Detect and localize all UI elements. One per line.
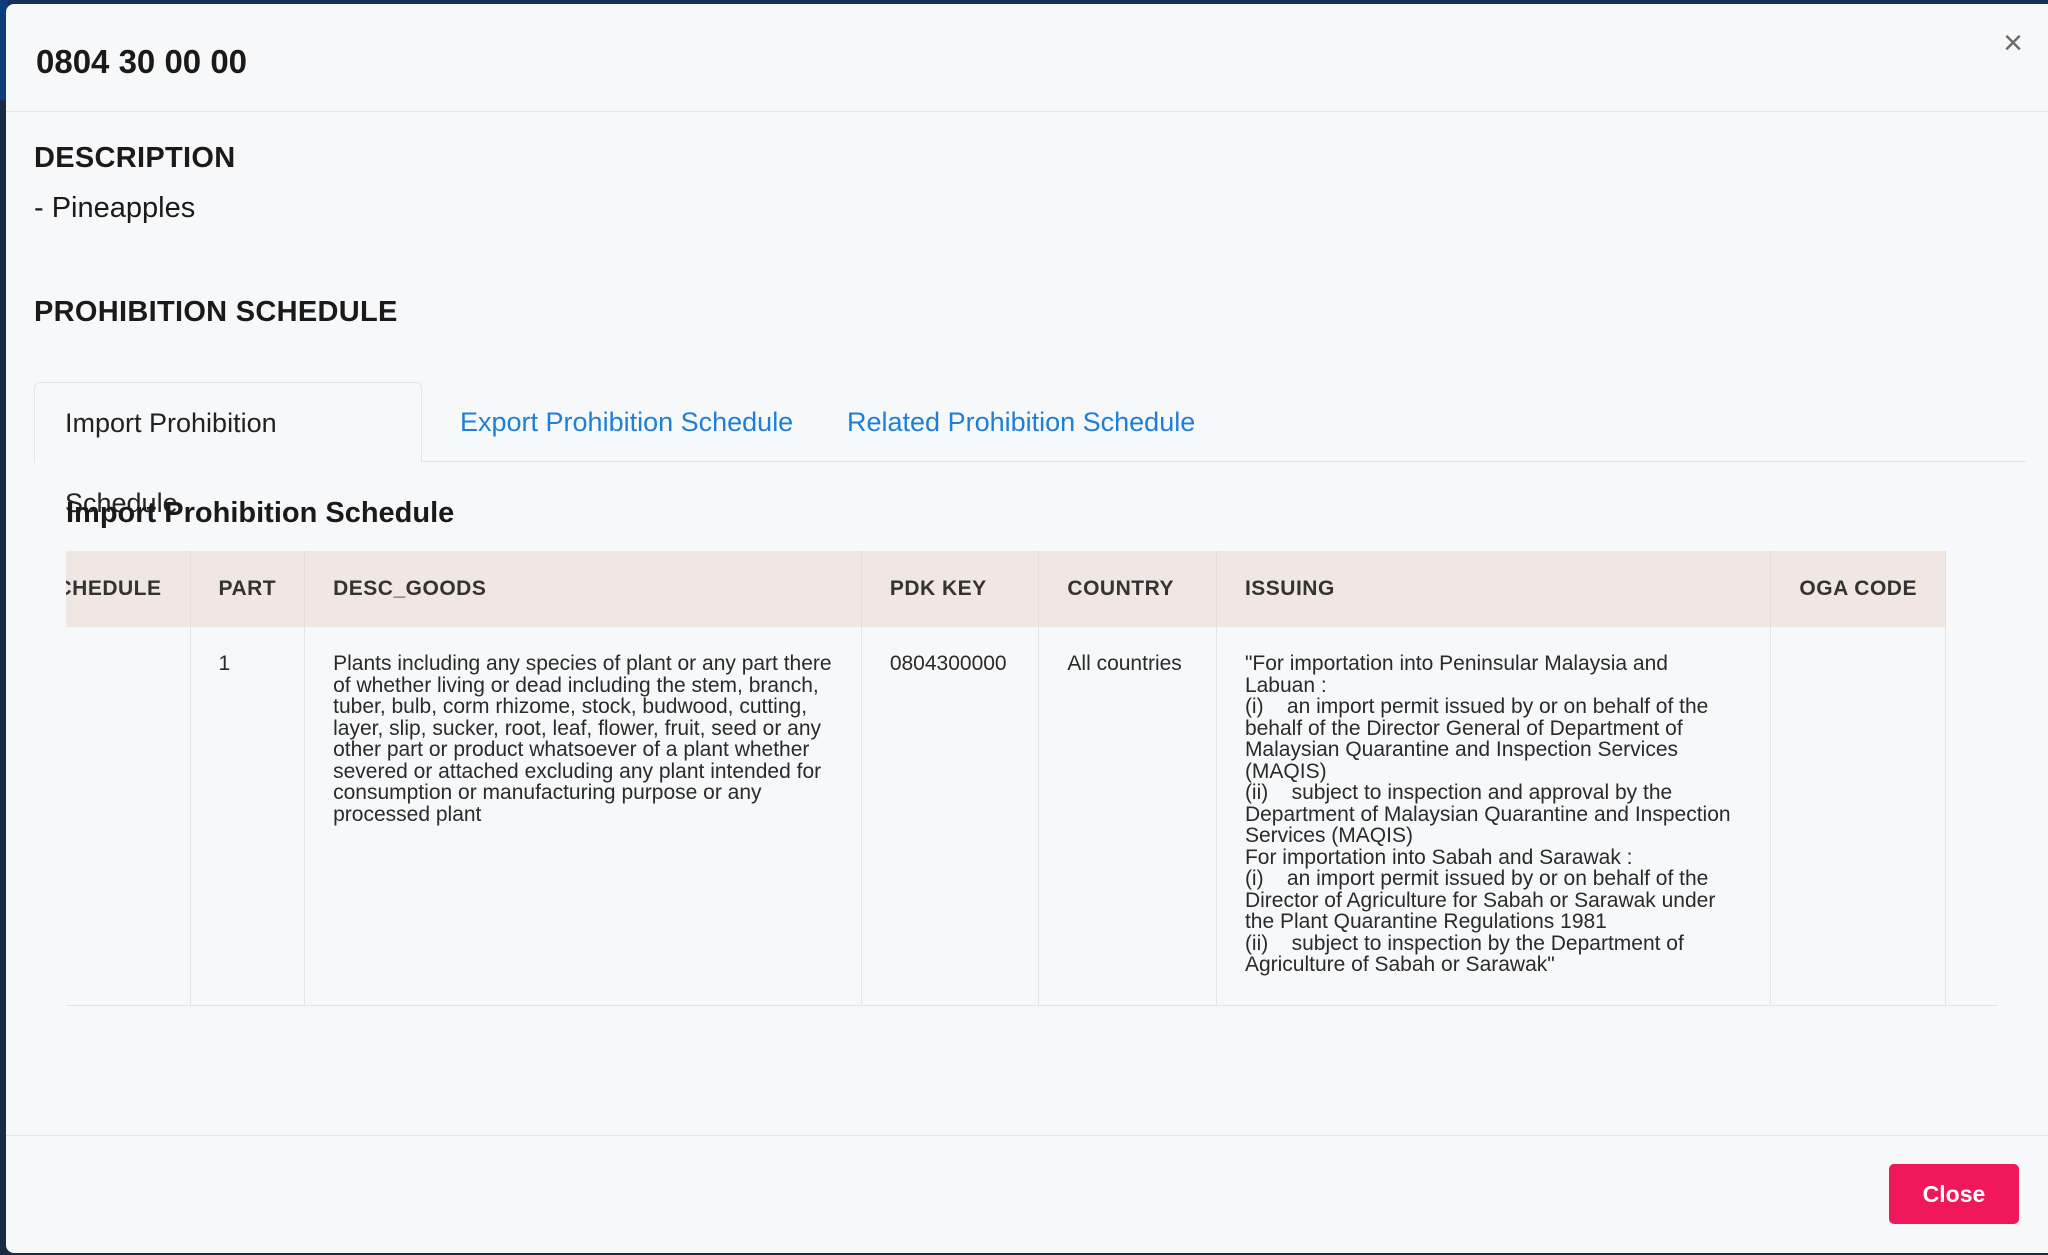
tab-import-prohibition[interactable]: Import Prohibition Schedule (34, 382, 422, 518)
table-heading: Import Prohibition Schedule (66, 497, 455, 529)
cell-issuing: "For importation into Peninsular Malaysi… (1216, 627, 1772, 1005)
modal-header: 0804 30 00 00 × (6, 4, 2048, 112)
column-header-desc-goods[interactable]: DESC_GOODS (304, 551, 862, 627)
table-header-row: SCHEDULE PART DESC_GOODS PDK KEY COUNTRY… (66, 551, 1946, 627)
cell-desc-goods: Plants including any species of plant or… (304, 627, 862, 1005)
column-header-schedule[interactable]: SCHEDULE (66, 551, 191, 627)
column-header-oga-code[interactable]: OGA CODE (1770, 551, 1946, 627)
column-header-part[interactable]: PART (190, 551, 306, 627)
cell-part: 1 (190, 627, 306, 1005)
tab-related-prohibition[interactable]: Related Prohibition Schedule (817, 382, 1225, 462)
modal-title: 0804 30 00 00 (36, 43, 248, 80)
column-header-pdk-key[interactable]: PDK KEY (861, 551, 1040, 627)
description-heading: DESCRIPTION (34, 142, 236, 174)
description-text: - Pineapples (34, 192, 196, 224)
modal-dialog: 0804 30 00 00 × DESCRIPTION - Pineapples… (6, 4, 2048, 1253)
prohibition-heading: PROHIBITION SCHEDULE (34, 296, 398, 328)
close-icon[interactable]: × (1996, 26, 2030, 60)
table-scroll-container[interactable]: SCHEDULE PART DESC_GOODS PDK KEY COUNTRY… (66, 551, 1998, 1006)
import-prohibition-table: SCHEDULE PART DESC_GOODS PDK KEY COUNTRY… (66, 551, 1946, 1005)
cell-pdk-key: 0804300000 (861, 627, 1040, 1005)
close-button[interactable]: Close (1889, 1164, 2019, 1224)
table-row: 1 Plants including any species of plant … (66, 627, 1946, 1005)
cell-schedule (66, 627, 191, 1005)
column-header-country[interactable]: COUNTRY (1038, 551, 1217, 627)
cell-oga-code (1770, 627, 1946, 1005)
tab-bar: Import Prohibition Schedule Export Prohi… (34, 382, 2026, 518)
column-header-issuing[interactable]: ISSUING (1216, 551, 1772, 627)
cell-country: All countries (1038, 627, 1217, 1005)
modal-footer-divider (6, 1135, 2048, 1136)
tab-export-prohibition[interactable]: Export Prohibition Schedule (430, 382, 823, 462)
